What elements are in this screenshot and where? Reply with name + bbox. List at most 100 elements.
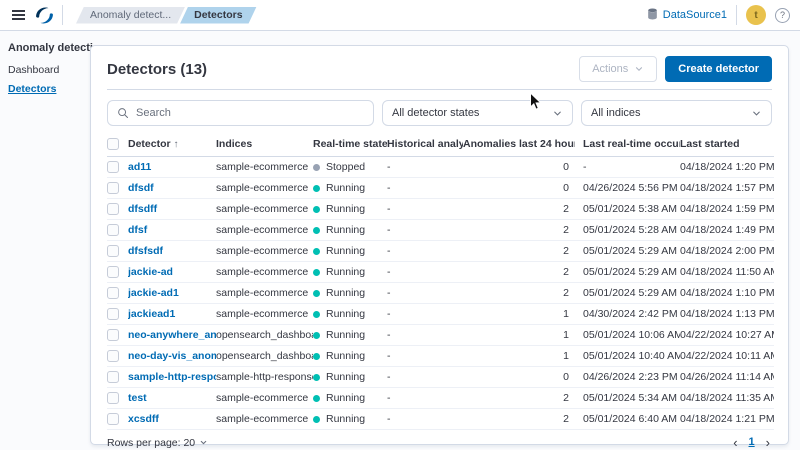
breadcrumb: Anomaly detect... Detectors	[76, 7, 257, 24]
breadcrumb-anomaly-detection[interactable]: Anomaly detect...	[76, 7, 185, 24]
column-header-detector[interactable]: Detector ↑	[128, 135, 216, 158]
row-checkbox[interactable]	[107, 392, 119, 405]
row-checkbox[interactable]	[107, 224, 119, 237]
detector-state-filter[interactable]: All detector states	[382, 100, 573, 126]
select-all-checkbox[interactable]	[107, 138, 119, 151]
rows-per-page-button[interactable]: Rows per page: 20	[107, 437, 208, 449]
cell-indices: sample-ecommerce	[216, 408, 313, 431]
column-header-historical-analysis[interactable]: Historical analysis	[387, 135, 463, 158]
detector-link[interactable]: jackie-ad1	[128, 287, 179, 299]
table-row[interactable]: dfsf sample-ecommerce Running - 2 05/01/…	[107, 219, 774, 242]
column-header-indices[interactable]: Indices	[216, 135, 313, 158]
detector-link[interactable]: test	[128, 392, 147, 404]
cell-last-occurrence: 04/30/2024 2:42 PM	[575, 303, 680, 326]
cell-indices: sample-ecommerce	[216, 303, 313, 326]
row-checkbox[interactable]	[107, 203, 119, 216]
actions-button[interactable]: Actions	[579, 56, 658, 82]
cell-last-occurrence: 05/01/2024 10:06 AM	[575, 324, 680, 347]
detector-link[interactable]: ad11	[128, 161, 151, 173]
table-row[interactable]: xcsdff sample-ecommerce Running - 2 05/0…	[107, 408, 774, 431]
index-filter[interactable]: All indices	[581, 100, 772, 126]
state-dot-icon	[313, 205, 320, 213]
detector-link[interactable]: jackiead1	[128, 308, 175, 320]
state-label: Running	[326, 371, 366, 384]
table-row[interactable]: neo-anywhere_anomal... opensearch_dashbo…	[107, 324, 774, 347]
datasource-selector[interactable]: DataSource1	[647, 7, 727, 23]
sidebar-item-dashboard[interactable]: Dashboard	[8, 64, 82, 76]
cell-anomalies: 2	[463, 198, 575, 221]
row-checkbox[interactable]	[107, 413, 119, 426]
state-label: Stopped	[326, 161, 366, 174]
create-detector-button[interactable]: Create detector	[665, 56, 772, 82]
column-header-detector-label: Detector	[128, 138, 171, 151]
row-checkbox[interactable]	[107, 371, 119, 384]
detector-link[interactable]: jackie-ad	[128, 266, 173, 278]
next-page-button[interactable]: ›	[764, 436, 772, 449]
column-header-last-started[interactable]: Last started	[680, 135, 774, 158]
row-checkbox[interactable]	[107, 182, 119, 195]
detector-state-filter-value: All detector states	[392, 107, 480, 119]
chevron-down-icon	[753, 111, 760, 116]
table-row[interactable]: test sample-ecommerce Running - 2 05/01/…	[107, 387, 774, 410]
panel-header: Detectors (13) Actions Create detector	[107, 46, 772, 89]
page-number-1[interactable]: 1	[747, 437, 757, 448]
breadcrumb-detectors[interactable]: Detectors	[180, 7, 256, 24]
table-row[interactable]: dfsdf sample-ecommerce Running - 0 04/26…	[107, 177, 774, 200]
sidebar-item-detectors[interactable]: Detectors	[8, 83, 82, 95]
row-checkbox[interactable]	[107, 350, 119, 363]
detector-link[interactable]: xcsdff	[128, 413, 159, 425]
column-header-anomalies[interactable]: Anomalies last 24 hours	[463, 135, 575, 158]
search-icon	[118, 108, 128, 118]
row-checkbox[interactable]	[107, 245, 119, 258]
row-checkbox[interactable]	[107, 266, 119, 279]
search-input[interactable]	[136, 107, 364, 119]
detector-link[interactable]: dfsf	[128, 224, 147, 236]
row-checkbox[interactable]	[107, 161, 119, 174]
cell-last-started: 04/18/2024 1:49 PM	[680, 219, 774, 242]
prev-page-button[interactable]: ‹	[731, 436, 739, 449]
detector-link[interactable]: sample-http-response...	[128, 371, 216, 383]
opensearch-logo[interactable]	[36, 7, 53, 24]
column-header-last-occurrence[interactable]: Last real-time occurrence	[575, 135, 680, 158]
row-checkbox[interactable]	[107, 287, 119, 300]
cell-anomalies: 2	[463, 240, 575, 263]
detector-link[interactable]: neo-anywhere_anomal...	[128, 329, 216, 341]
state-label: Running	[326, 245, 366, 258]
cell-historical-analysis: -	[387, 324, 463, 347]
detector-link[interactable]: dfsdf	[128, 182, 154, 194]
row-checkbox[interactable]	[107, 329, 119, 342]
cell-realtime-state: Running	[313, 387, 387, 410]
menu-icon[interactable]	[10, 7, 27, 23]
cell-realtime-state: Running	[313, 366, 387, 389]
detector-link[interactable]: dfsdff	[128, 203, 157, 215]
table-row[interactable]: jackiead1 sample-ecommerce Running - 1 0…	[107, 303, 774, 326]
cell-realtime-state: Running	[313, 303, 387, 326]
table-row[interactable]: dfsfsdf sample-ecommerce Running - 2 05/…	[107, 240, 774, 263]
table-footer: Rows per page: 20 ‹ 1 ›	[107, 430, 772, 450]
row-checkbox[interactable]	[107, 308, 119, 321]
cell-historical-analysis: -	[387, 219, 463, 242]
filter-bar: All detector states All indices	[107, 100, 772, 126]
avatar[interactable]: t	[746, 5, 766, 25]
table-row[interactable]: neo-day-vis_anomaly_... opensearch_dashb…	[107, 345, 774, 368]
help-icon[interactable]: ?	[775, 7, 790, 23]
header-divider	[62, 5, 63, 25]
table-row[interactable]: jackie-ad1 sample-ecommerce Running - 2 …	[107, 282, 774, 305]
table-row[interactable]: jackie-ad sample-ecommerce Running - 2 0…	[107, 261, 774, 284]
table-row[interactable]: sample-http-response... sample-http-resp…	[107, 366, 774, 389]
state-dot-icon	[313, 226, 320, 234]
top-navigation-bar: Anomaly detect... Detectors DataSource1 …	[0, 0, 800, 31]
cell-anomalies: 1	[463, 345, 575, 368]
sidebar: Anomaly detection Dashboard Detectors	[0, 31, 106, 113]
table-row[interactable]: dfsdff sample-ecommerce Running - 2 05/0…	[107, 198, 774, 221]
cell-last-occurrence: 04/26/2024 2:23 PM	[575, 366, 680, 389]
cell-last-started: 04/26/2024 11:14 AM	[680, 366, 774, 389]
cell-anomalies: 2	[463, 219, 575, 242]
state-label: Running	[326, 203, 366, 216]
cell-last-started: 04/18/2024 11:50 AM	[680, 261, 774, 284]
cell-indices: sample-http-responses	[216, 366, 313, 389]
column-header-realtime-state[interactable]: Real-time state	[313, 135, 387, 158]
table-row[interactable]: ad11 sample-ecommerce Stopped - 0 - 04/1…	[107, 156, 774, 179]
detector-link[interactable]: dfsfsdf	[128, 245, 163, 257]
detector-link[interactable]: neo-day-vis_anomaly_...	[128, 350, 216, 362]
